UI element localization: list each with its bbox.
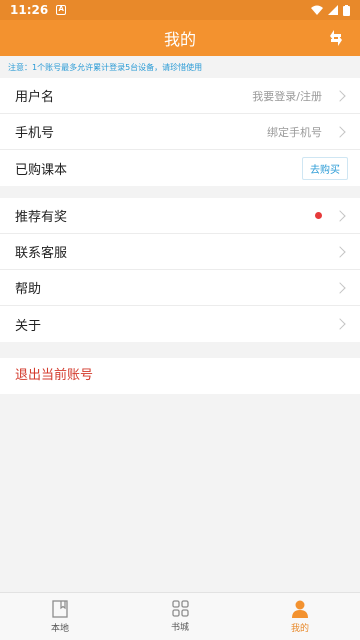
chevron-right-icon [334, 209, 346, 222]
status-time: 11:26 [10, 3, 49, 17]
referral-row[interactable]: 推荐有奖 [0, 198, 360, 234]
bottom-nav: 本地 书城 我的 [0, 592, 360, 640]
app-bar: 我的 [0, 20, 360, 56]
sync-button[interactable] [324, 26, 348, 50]
nav-mine[interactable]: 我的 [240, 593, 360, 640]
login-limit-notice: 注意：1个账号最多允许累计登录5台设备，请珍惜使用 [0, 56, 360, 78]
new-badge-dot [315, 212, 322, 219]
person-icon [292, 600, 308, 618]
nav-local-label: 本地 [50, 623, 69, 634]
username-label: 用户名 [15, 90, 55, 105]
chevron-right-icon [334, 89, 346, 102]
notification-icon: A [56, 5, 67, 15]
support-label: 联系客服 [15, 246, 68, 261]
help-row[interactable]: 帮助 [0, 270, 360, 306]
chevron-right-icon [334, 281, 346, 294]
bind-phone-link[interactable]: 绑定手机号 [267, 124, 322, 140]
help-label: 帮助 [15, 282, 42, 297]
sync-icon [330, 30, 342, 46]
page-title: 我的 [163, 30, 196, 49]
account-group: 用户名 我要登录/注册 手机号 绑定手机号 已购课本 去购买 [0, 78, 360, 186]
nav-local[interactable]: 本地 [0, 593, 120, 640]
support-row[interactable]: 联系客服 [0, 234, 360, 270]
nav-bookstore-label: 书城 [170, 623, 189, 633]
phone-row[interactable]: 手机号 绑定手机号 [0, 114, 360, 150]
logout-button[interactable]: 退出当前账号 [0, 358, 360, 394]
username-row[interactable]: 用户名 我要登录/注册 [0, 78, 360, 114]
purchased-row: 已购课本 去购买 [0, 150, 360, 186]
referral-label: 推荐有奖 [15, 210, 68, 225]
login-register-link[interactable]: 我要登录/注册 [252, 88, 322, 104]
about-row[interactable]: 关于 [0, 306, 360, 342]
about-label: 关于 [15, 318, 42, 334]
purchased-label: 已购课本 [15, 162, 68, 178]
buy-button[interactable]: 去购买 [302, 156, 348, 180]
nav-mine-label: 我的 [290, 623, 309, 634]
logout-group: 退出当前账号 [0, 358, 360, 394]
battery-icon [343, 4, 350, 16]
chevron-right-icon [334, 125, 346, 138]
wifi-icon [311, 5, 323, 15]
signal-icon [328, 5, 338, 15]
book-icon [52, 599, 68, 618]
nav-bookstore[interactable]: 书城 [120, 593, 240, 640]
menu-group: 推荐有奖 联系客服 帮助 关于 [0, 198, 360, 342]
phone-label: 手机号 [15, 126, 55, 141]
grid-icon [171, 600, 189, 617]
chevron-right-icon [334, 318, 346, 330]
chevron-right-icon [334, 245, 346, 258]
status-bar: 11:26 A [0, 0, 360, 20]
